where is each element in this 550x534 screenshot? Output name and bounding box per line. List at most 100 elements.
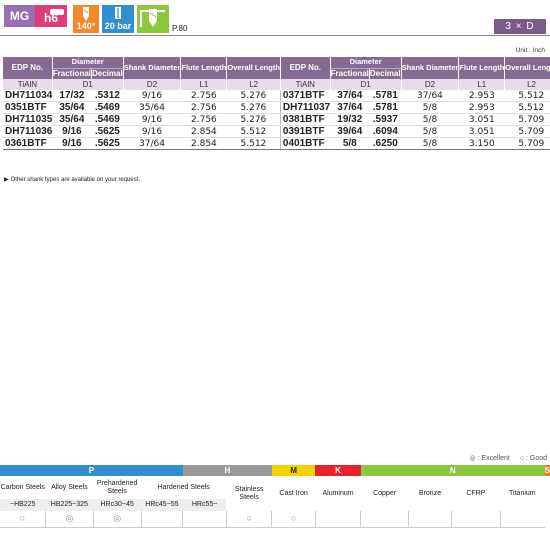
point-angle-badge: 140° bbox=[73, 5, 99, 33]
overall-cell: 5.512 bbox=[504, 90, 550, 102]
table-row: 0351BTF 35/64.5469 35/64 2.756 5.276 DH711037… bbox=[3, 101, 550, 114]
flute-cell: 3.051 bbox=[458, 125, 505, 138]
edp-cell: 0401BTF bbox=[279, 137, 331, 150]
table-row: DH711034 17/32.5312 9/16 2.756 5.276 0371BTF 3… bbox=[3, 90, 550, 102]
diameter-header: Diameter bbox=[51, 57, 124, 68]
flute-cell: 3.150 bbox=[458, 137, 505, 150]
material-copper: Copper bbox=[360, 476, 409, 511]
shank-header: Shank Diameter bbox=[122, 57, 181, 79]
material-alloy: Alloy Steels bbox=[45, 476, 94, 499]
application-badge bbox=[137, 5, 169, 33]
fractional-cell: 37/64 bbox=[330, 90, 370, 102]
material-carbon: Carbon Steels bbox=[0, 476, 46, 499]
rating-mark: ○ bbox=[19, 512, 26, 523]
hardness-alloy: HB225~325 bbox=[45, 499, 94, 511]
length-ratio-badge: 3 × D bbox=[494, 19, 546, 34]
overall-cell: 5.276 bbox=[226, 90, 281, 102]
decimal-header: Decimal bbox=[91, 67, 124, 79]
shank-cell: 5/8 bbox=[401, 101, 459, 114]
edp-cell: DH711037 bbox=[279, 101, 331, 114]
hardness-hardened-1: HRc45~55 bbox=[141, 499, 183, 511]
material-name-row: Carbon Steels Alloy Steels Prehardened S… bbox=[0, 476, 550, 511]
overall-cell: 5.512 bbox=[226, 137, 281, 150]
rating-cell bbox=[407, 511, 452, 528]
material-aluminum: Aluminum bbox=[315, 476, 361, 511]
shank-cell: 37/64 bbox=[123, 137, 181, 150]
flute-cell: 2.756 bbox=[180, 101, 227, 114]
overall-cell: 5.709 bbox=[504, 125, 550, 138]
edp-header: EDP No. bbox=[279, 57, 331, 79]
shank-cell: 5/8 bbox=[401, 113, 459, 126]
mg-badge: MG bbox=[4, 5, 35, 27]
material-hardened: Hardened Steels bbox=[141, 476, 227, 499]
legend-good: ○ : Good bbox=[519, 455, 547, 462]
material-table: PHMKNS Carbon Steels Alloy Steels Prehar… bbox=[0, 465, 550, 528]
material-group-h: H bbox=[182, 465, 272, 476]
table-row: DH711035 35/64.5469 9/16 2.756 5.276 0381BTF 1… bbox=[3, 113, 550, 126]
overall-cell: 5.512 bbox=[226, 125, 281, 138]
rating-mark: ◎ bbox=[65, 512, 74, 523]
shank-cell: 9/16 bbox=[123, 90, 181, 102]
rating-cell bbox=[314, 511, 361, 528]
flute-cell: 2.953 bbox=[458, 101, 505, 114]
edp-cell: 0381BTF bbox=[279, 113, 331, 126]
triangle-bullet-icon: ▶ bbox=[4, 177, 9, 183]
fractional-cell: 37/64 bbox=[330, 101, 370, 114]
rating-cell bbox=[451, 511, 501, 528]
material-group-s: S bbox=[544, 465, 550, 476]
shank-cell: 9/16 bbox=[123, 113, 181, 126]
d2-label: D2 bbox=[400, 79, 459, 90]
flute-cell: 2.854 bbox=[180, 125, 227, 138]
shank-note: ▶ Other shank types are available on your… bbox=[4, 177, 141, 183]
hardness-hardened-2: HRc55~ bbox=[182, 499, 227, 511]
material-group-k: K bbox=[315, 465, 361, 476]
coolant-icon bbox=[115, 7, 121, 19]
drill-point-icon bbox=[83, 7, 89, 21]
rating-cell bbox=[360, 511, 409, 528]
overall-header: Overall Length bbox=[226, 57, 281, 79]
material-titanium: Titanium bbox=[500, 476, 545, 511]
material-group-m: M bbox=[271, 465, 316, 476]
decimal-cell: .5469 bbox=[91, 113, 124, 126]
edp-header: EDP No. bbox=[3, 57, 53, 79]
rating-mark: ○ bbox=[246, 512, 252, 523]
coating-label: TiAlN bbox=[279, 79, 331, 90]
rating-row: ○ ◎ ◎ ○ ○ bbox=[0, 511, 550, 528]
rating-cell: ○ bbox=[271, 511, 316, 528]
spec-table: EDP No. Diameter Shank Diameter Flute Le… bbox=[3, 57, 550, 150]
shank-cell: 37/64 bbox=[401, 90, 459, 102]
decimal-cell: .5781 bbox=[369, 101, 402, 114]
material-bronze: Bronze bbox=[408, 476, 452, 511]
rating-cell bbox=[140, 511, 183, 528]
decimal-cell: .5937 bbox=[369, 113, 402, 126]
overall-cell: 5.709 bbox=[504, 137, 550, 150]
flute-header: Flute Length bbox=[180, 57, 227, 79]
flute-cell: 2.756 bbox=[180, 113, 227, 126]
flute-cell: 2.756 bbox=[180, 90, 227, 102]
coating-label: TiAlN bbox=[3, 79, 53, 90]
shank-cell: 9/16 bbox=[123, 125, 181, 138]
edp-cell: DH711035 bbox=[3, 113, 53, 126]
edp-cell: DH711036 bbox=[3, 125, 53, 138]
rating-cell: ◎ bbox=[45, 511, 94, 528]
decimal-cell: .5625 bbox=[91, 125, 124, 138]
decimal-cell: .5312 bbox=[91, 90, 124, 102]
table-row: 0361BTF 9/16.5625 37/64 2.854 5.512 0401BTF 5/… bbox=[3, 137, 550, 150]
rating-cell bbox=[499, 511, 545, 528]
overall-header: Overall Length bbox=[504, 57, 550, 79]
edp-cell: 0391BTF bbox=[279, 125, 331, 138]
overall-cell: 5.276 bbox=[226, 101, 281, 114]
unit-label: Unit : Inch bbox=[515, 47, 545, 54]
material-group-n: N bbox=[360, 465, 545, 476]
diameter-header: Diameter bbox=[329, 57, 402, 68]
d1-label: D1 bbox=[51, 79, 124, 90]
hardness-prehardened: HRc30~45 bbox=[93, 499, 142, 511]
page-reference: P.80 bbox=[172, 24, 188, 33]
coolant-pressure-badge: 20 bar bbox=[102, 5, 134, 33]
material-cast-iron: Cast Iron bbox=[271, 476, 316, 511]
overall-cell: 5.276 bbox=[226, 113, 281, 126]
decimal-cell: .5625 bbox=[91, 137, 124, 150]
l1-label: L1 bbox=[458, 79, 505, 90]
h6-tolerance-badge: h6 bbox=[35, 5, 67, 27]
fractional-cell: 39/64 bbox=[330, 125, 370, 138]
